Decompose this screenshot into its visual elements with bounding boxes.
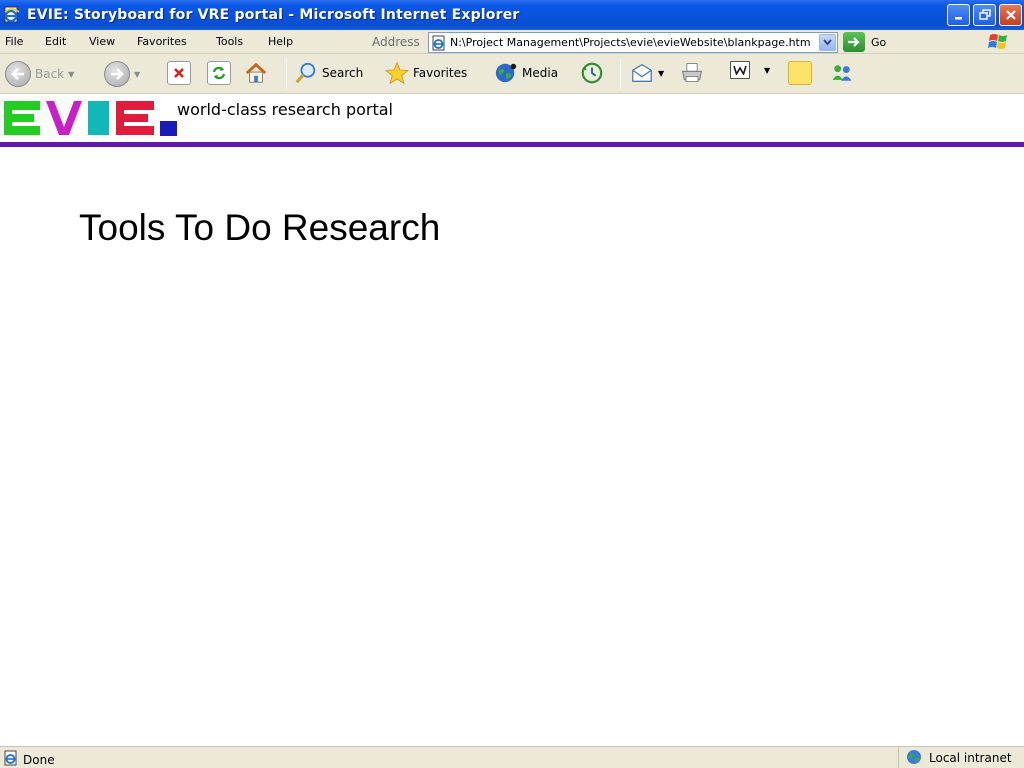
media-globe-icon: [494, 61, 518, 85]
site-tagline: world-class research portal: [177, 100, 393, 119]
window-title: EVIE: Storyboard for VRE portal - Micros…: [27, 7, 520, 23]
menu-help[interactable]: Help: [268, 35, 293, 48]
toolbar-separator: [286, 59, 287, 89]
forward-button[interactable]: ▼: [104, 61, 140, 87]
address-bar[interactable]: [428, 32, 838, 53]
ie-page-icon: [3, 6, 21, 24]
menu-edit[interactable]: Edit: [45, 35, 66, 48]
back-button[interactable]: Back ▼: [5, 61, 74, 87]
messenger-icon: [830, 61, 854, 85]
page-heading: Tools To Do Research: [79, 207, 441, 248]
stop-button[interactable]: [167, 61, 191, 85]
windows-logo-icon: [986, 31, 1012, 53]
mail-button[interactable]: ▼: [630, 61, 664, 85]
address-input[interactable]: [450, 33, 810, 52]
go-arrow-icon: [843, 32, 865, 52]
menu-bar: File Edit View Favorites Tools Help Addr…: [0, 30, 1024, 54]
favorites-label: Favorites: [413, 66, 468, 80]
header-divider: [0, 142, 1024, 147]
site-header: world-class research portal: [0, 94, 1024, 144]
restore-icon: [978, 9, 991, 20]
restore-button[interactable]: [973, 4, 996, 26]
star-icon: [385, 61, 409, 85]
status-bar: Done Local intranet: [0, 746, 1024, 768]
menu-favorites[interactable]: Favorites: [137, 35, 187, 48]
media-label: Media: [522, 66, 559, 80]
window-titlebar[interactable]: EVIE: Storyboard for VRE portal - Micros…: [0, 0, 1024, 30]
standard-toolbar: Back ▼ ▼ Search Favorites Media ▼ ▼: [0, 54, 1024, 94]
stop-icon: [167, 61, 191, 85]
printer-icon: [680, 61, 704, 85]
logo-e2-bottom: [116, 126, 154, 135]
logo-e2-top: [116, 101, 154, 110]
back-label: Back: [35, 67, 65, 81]
chevron-down-icon: [823, 39, 832, 46]
search-label: Search: [322, 66, 364, 80]
refresh-button[interactable]: [207, 61, 231, 85]
logo-e2-mid: [116, 114, 148, 122]
go-label: Go: [871, 35, 887, 49]
forward-arrow-icon: [104, 61, 130, 87]
minimize-button[interactable]: [947, 4, 970, 26]
logo-e1-bottom: [4, 126, 40, 135]
back-dropdown-icon[interactable]: ▼: [68, 70, 74, 79]
intranet-globe-icon: [905, 748, 925, 768]
logo-v: [46, 101, 82, 135]
home-button[interactable]: [244, 61, 268, 85]
menu-file[interactable]: File: [5, 35, 23, 48]
address-label: Address: [372, 35, 420, 49]
back-arrow-icon: [5, 61, 31, 87]
home-icon: [244, 61, 268, 85]
zone-text: Local intranet: [929, 751, 1012, 765]
discuss-button[interactable]: [788, 61, 812, 85]
ie-page-icon: [3, 750, 19, 768]
mail-icon: [630, 61, 654, 85]
note-icon: [788, 61, 812, 85]
go-button[interactable]: Go: [843, 32, 886, 52]
logo-i: [88, 101, 109, 135]
history-icon: [580, 61, 604, 85]
print-button[interactable]: [680, 61, 704, 85]
search-icon: [294, 61, 318, 85]
minimize-icon: [954, 17, 962, 20]
edit-word-button[interactable]: ▼: [730, 61, 770, 79]
logo-e1-mid: [4, 114, 34, 122]
logo-e1-top: [4, 101, 40, 110]
close-button[interactable]: [999, 4, 1022, 26]
edit-dropdown-icon[interactable]: ▼: [764, 66, 770, 75]
history-button[interactable]: [580, 61, 604, 85]
mail-dropdown-icon[interactable]: ▼: [658, 69, 664, 78]
security-zone[interactable]: Local intranet: [898, 747, 1024, 768]
address-dropdown-button[interactable]: [819, 34, 836, 51]
word-icon: [730, 61, 750, 79]
menu-tools[interactable]: Tools: [216, 35, 243, 48]
media-button[interactable]: Media: [494, 61, 558, 85]
close-icon: [1005, 10, 1016, 20]
toolbar-separator: [620, 59, 621, 89]
messenger-button[interactable]: [830, 61, 854, 85]
evie-logo[interactable]: [4, 97, 180, 139]
forward-dropdown-icon[interactable]: ▼: [134, 70, 140, 79]
status-text: Done: [23, 752, 55, 767]
ie-page-icon: [431, 35, 447, 51]
menu-view[interactable]: View: [89, 35, 115, 48]
refresh-icon: [207, 61, 231, 85]
favorites-button[interactable]: Favorites: [385, 61, 467, 85]
logo-dot: [160, 121, 177, 136]
search-button[interactable]: Search: [294, 61, 363, 85]
